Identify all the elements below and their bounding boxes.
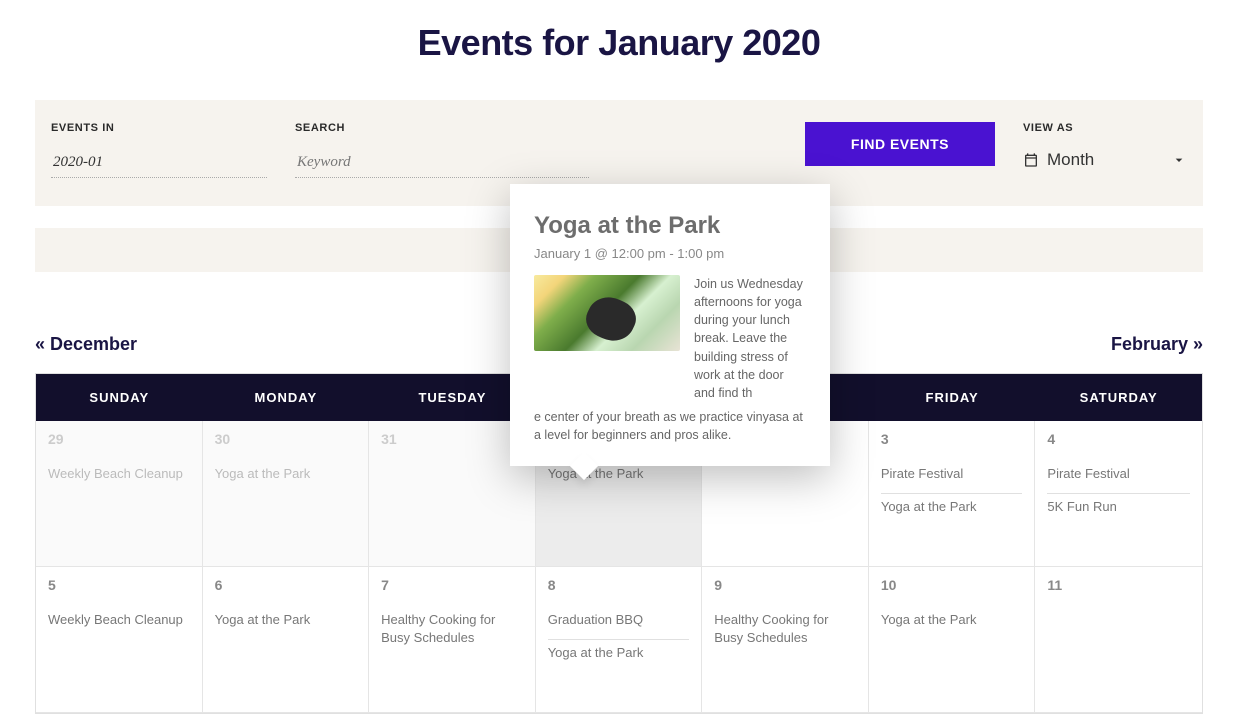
calendar-cell[interactable]: 6 Yoga at the Park xyxy=(203,567,370,713)
day-number: 5 xyxy=(48,577,190,593)
popover-title[interactable]: Yoga at the Park xyxy=(534,212,806,240)
weekday-header: SATURDAY xyxy=(1035,374,1202,421)
calendar-event[interactable]: Yoga at the Park xyxy=(548,640,690,672)
calendar-cell[interactable]: 10 Yoga at the Park xyxy=(869,567,1036,713)
day-number: 30 xyxy=(215,431,357,447)
popover-description-cont: e center of your breath as we practice v… xyxy=(534,408,806,444)
prev-month-link[interactable]: « December xyxy=(35,334,137,355)
day-number: 3 xyxy=(881,431,1023,447)
day-number: 4 xyxy=(1047,431,1190,447)
calendar-event[interactable]: Pirate Festival xyxy=(881,461,1023,494)
calendar-event[interactable]: Graduation BBQ xyxy=(548,607,690,640)
popover-description: Join us Wednesday afternoons for yoga du… xyxy=(694,275,806,402)
day-number: 7 xyxy=(381,577,523,593)
calendar-event[interactable]: Yoga at the Park xyxy=(881,494,1023,526)
events-in-label: EVENTS IN xyxy=(51,122,267,134)
calendar-event[interactable]: 5K Fun Run xyxy=(1047,494,1190,526)
calendar-event[interactable]: Healthy Cooking for Busy Schedules xyxy=(714,607,856,656)
calendar-cell[interactable]: 5 Weekly Beach Cleanup xyxy=(36,567,203,713)
calendar-event[interactable]: Pirate Festival xyxy=(1047,461,1190,494)
calendar-cell[interactable]: 11 xyxy=(1035,567,1202,713)
popover-image xyxy=(534,275,680,351)
day-number: 11 xyxy=(1047,577,1190,593)
calendar-event[interactable]: Weekly Beach Cleanup xyxy=(48,461,190,493)
day-number: 10 xyxy=(881,577,1023,593)
page-title: Events for January 2020 xyxy=(35,22,1203,64)
calendar-event[interactable]: Yoga at the Park xyxy=(215,461,357,493)
calendar-event[interactable]: Healthy Cooking for Busy Schedules xyxy=(381,607,523,656)
calendar-icon xyxy=(1023,152,1039,168)
events-in-input[interactable] xyxy=(51,150,267,178)
view-as-select[interactable]: Month xyxy=(1023,150,1187,170)
chevron-down-icon xyxy=(1171,152,1187,168)
calendar-cell[interactable]: 8 Graduation BBQYoga at the Park xyxy=(536,567,703,713)
day-number: 29 xyxy=(48,431,190,447)
calendar-event[interactable]: Weekly Beach Cleanup xyxy=(48,607,190,639)
next-month-link[interactable]: February » xyxy=(1111,334,1203,355)
calendar-cell[interactable]: 30 Yoga at the Park xyxy=(203,421,370,567)
day-number: 8 xyxy=(548,577,690,593)
calendar-cell[interactable]: 4 Pirate Festival5K Fun Run xyxy=(1035,421,1202,567)
day-number: 9 xyxy=(714,577,856,593)
day-number: 31 xyxy=(381,431,523,447)
search-input[interactable] xyxy=(295,150,589,178)
calendar-event[interactable]: Yoga at the Park xyxy=(881,607,1023,639)
calendar-event[interactable]: Yoga at the Park xyxy=(215,607,357,639)
event-popover: Yoga at the Park January 1 @ 12:00 pm - … xyxy=(510,184,830,466)
find-events-button[interactable]: FIND EVENTS xyxy=(805,122,995,166)
calendar-cell[interactable]: 9 Healthy Cooking for Busy Schedules xyxy=(702,567,869,713)
search-label: SEARCH xyxy=(295,122,589,134)
view-as-label: VIEW AS xyxy=(1023,122,1187,134)
day-number: 6 xyxy=(215,577,357,593)
calendar-cell[interactable]: 3 Pirate FestivalYoga at the Park xyxy=(869,421,1036,567)
calendar-cell[interactable]: 7 Healthy Cooking for Busy Schedules xyxy=(369,567,536,713)
weekday-header: MONDAY xyxy=(203,374,370,421)
calendar-cell[interactable]: 29 Weekly Beach Cleanup xyxy=(36,421,203,567)
popover-date: January 1 @ 12:00 pm - 1:00 pm xyxy=(534,246,806,261)
weekday-header: SUNDAY xyxy=(36,374,203,421)
weekday-header: FRIDAY xyxy=(869,374,1036,421)
view-as-value: Month xyxy=(1047,150,1163,170)
